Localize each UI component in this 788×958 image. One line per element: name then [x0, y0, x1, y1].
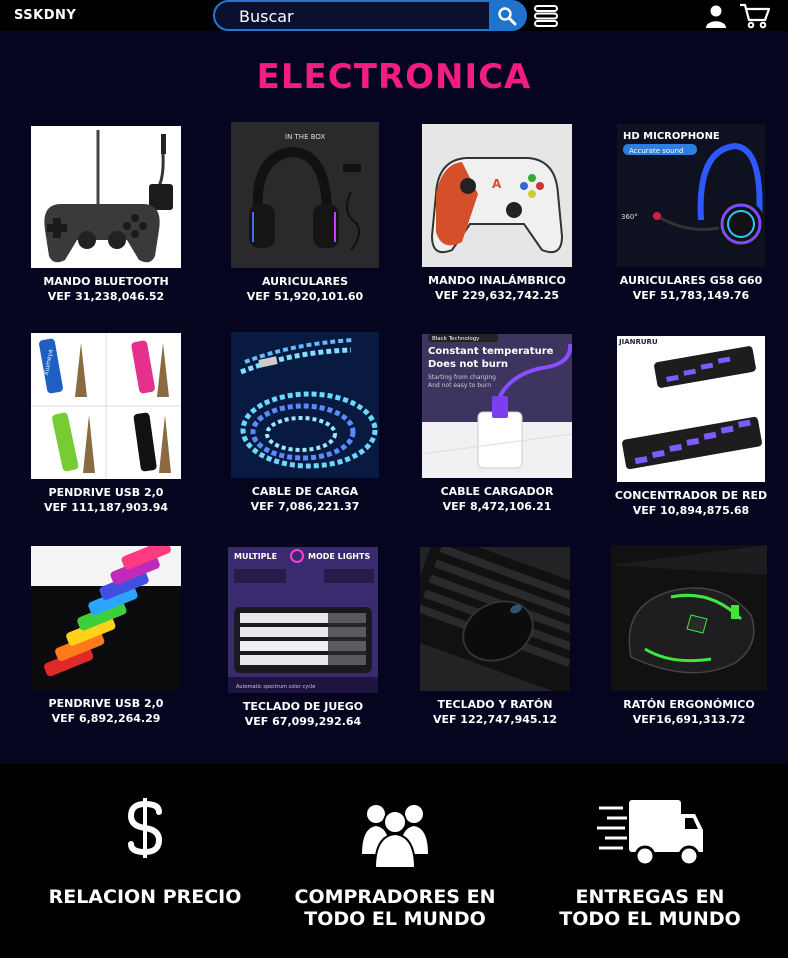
- product-section: ELECTRONICA MANDO BLUETOOTH VEF 31,238,0…: [0, 31, 788, 764]
- feature-label: ENTREGAS EN TODO EL MUNDO: [559, 886, 741, 930]
- product-card[interactable]: A MANDO INALÁMBRICO VEF 229,632,742.25: [402, 124, 592, 303]
- product-card[interactable]: RATÓN ERGONÓMICO VEF16,691,313.72: [594, 545, 784, 727]
- svg-text:Constant temperature: Constant temperature: [428, 346, 554, 357]
- product-price: VEF 229,632,742.25: [434, 289, 560, 302]
- charger-image[interactable]: Black Technology Constant temperature Do…: [422, 334, 572, 478]
- product-price: VEF 6,892,264.29: [51, 712, 161, 725]
- svg-text:JIANRURU: JIANRURU: [618, 338, 658, 346]
- product-card[interactable]: JIANRURU CONCENTRADOR DE RED VEF 10,894,…: [596, 336, 786, 518]
- svg-text:Accurate sound: Accurate sound: [629, 147, 684, 155]
- product-price: VEF 111,187,903.94: [43, 501, 169, 514]
- product-card[interactable]: Xiumeya PENDRIVE USB 2,0 VEF 111,187,903…: [11, 333, 201, 515]
- svg-text:MODE LIGHTS: MODE LIGHTS: [308, 552, 370, 561]
- search-icon: [498, 6, 517, 25]
- svg-text:360°: 360°: [621, 213, 638, 221]
- svg-text:IN THE BOX: IN THE BOX: [285, 133, 325, 141]
- svg-text:Starting from charging: Starting from charging: [428, 374, 496, 381]
- product-card[interactable]: HD MICROPHONE Accurate sound 360° AURICU…: [596, 124, 786, 303]
- product-card[interactable]: MULTIPLE MODE LIGHTS Automatic spectrum …: [208, 547, 398, 729]
- usb-hub-image[interactable]: JIANRURU: [617, 336, 765, 482]
- product-name[interactable]: AURICULARES: [210, 274, 400, 289]
- rgb-headset-image[interactable]: HD MICROPHONE Accurate sound 360°: [617, 124, 765, 267]
- people-icon: [362, 805, 428, 868]
- svg-text:HD MICROPHONE: HD MICROPHONE: [623, 131, 720, 142]
- product-price: VEF 122,747,945.12: [432, 713, 558, 726]
- features-footer: RELACION PRECIO COMPRADORES EN TODO EL M…: [0, 764, 788, 958]
- product-name[interactable]: RATÓN ERGONÓMICO: [594, 697, 784, 712]
- product-card[interactable]: TECLADO Y RATÓN VEF 122,747,945.12: [400, 547, 590, 727]
- product-name[interactable]: MANDO BLUETOOTH: [11, 274, 201, 289]
- product-price: VEF 67,099,292.64: [244, 715, 362, 728]
- product-card[interactable]: PENDRIVE USB 2,0 VEF 6,892,264.29: [11, 546, 201, 726]
- site-logo[interactable]: SSKDNY: [14, 8, 76, 23]
- headset-image[interactable]: IN THE BOX: [231, 122, 379, 268]
- user-icon[interactable]: [704, 4, 728, 28]
- top-navbar: SSKDNY: [0, 0, 788, 31]
- feature-label: RELACION PRECIO: [48, 886, 242, 908]
- product-card[interactable]: CABLE DE CARGA VEF 7,086,221.37: [210, 332, 400, 514]
- product-price: VEF16,691,313.72: [632, 713, 746, 726]
- page-title: ELECTRONICA: [256, 57, 532, 97]
- svg-text:Automatic spectrum color cycle: Automatic spectrum color cycle: [236, 684, 315, 690]
- svg-text:Does not burn: Does not burn: [428, 359, 508, 370]
- led-cable-image[interactable]: [231, 332, 379, 478]
- product-card[interactable]: IN THE BOX AURICULARES VEF 51,920,101.60: [210, 122, 400, 304]
- product-name[interactable]: AURICULARES G58 G60: [596, 273, 786, 288]
- feature-label: COMPRADORES EN TODO EL MUNDO: [294, 886, 496, 930]
- product-name[interactable]: PENDRIVE USB 2,0: [11, 696, 201, 711]
- svg-text:And not easy to burn: And not easy to burn: [428, 382, 491, 389]
- product-name[interactable]: CONCENTRADOR DE RED: [596, 488, 786, 503]
- controller-image[interactable]: A: [422, 124, 572, 267]
- search-bar: [213, 0, 527, 31]
- delivery-truck-icon: [597, 800, 703, 867]
- product-price: VEF 31,238,046.52: [47, 290, 165, 303]
- product-card[interactable]: MANDO BLUETOOTH VEF 31,238,046.52: [11, 126, 201, 304]
- menu-icon[interactable]: [534, 4, 558, 28]
- product-name[interactable]: PENDRIVE USB 2,0: [11, 485, 201, 500]
- product-name[interactable]: CABLE DE CARGA: [210, 484, 400, 499]
- product-price: VEF 51,783,149.76: [632, 289, 750, 302]
- product-name[interactable]: TECLADO Y RATÓN: [400, 697, 590, 712]
- gamepad-image[interactable]: [31, 126, 181, 268]
- color-usb-image[interactable]: [31, 546, 181, 690]
- svg-text:A: A: [492, 177, 502, 191]
- product-price: VEF 10,894,875.68: [632, 504, 750, 517]
- product-price: VEF 51,920,101.60: [246, 290, 364, 303]
- keyboard-image[interactable]: MULTIPLE MODE LIGHTS Automatic spectrum …: [228, 547, 378, 693]
- product-name[interactable]: TECLADO DE JUEGO: [208, 699, 398, 714]
- cart-icon[interactable]: [739, 3, 771, 29]
- gaming-mouse-image[interactable]: [611, 545, 767, 691]
- svg-text:Black Technology: Black Technology: [432, 336, 480, 342]
- product-name[interactable]: MANDO INALÁMBRICO: [402, 273, 592, 288]
- svg-text:MULTIPLE: MULTIPLE: [234, 552, 277, 561]
- product-price: VEF 8,472,106.21: [442, 500, 552, 513]
- product-price: VEF 7,086,221.37: [250, 500, 360, 513]
- search-input[interactable]: [219, 4, 493, 28]
- keyboard-mouse-image[interactable]: [420, 547, 570, 691]
- product-name[interactable]: CABLE CARGADOR: [402, 484, 592, 499]
- dollar-icon: [127, 798, 163, 858]
- search-button[interactable]: [489, 0, 525, 31]
- usb-drives-image[interactable]: Xiumeya: [31, 333, 181, 479]
- product-card[interactable]: Black Technology Constant temperature Do…: [402, 334, 592, 514]
